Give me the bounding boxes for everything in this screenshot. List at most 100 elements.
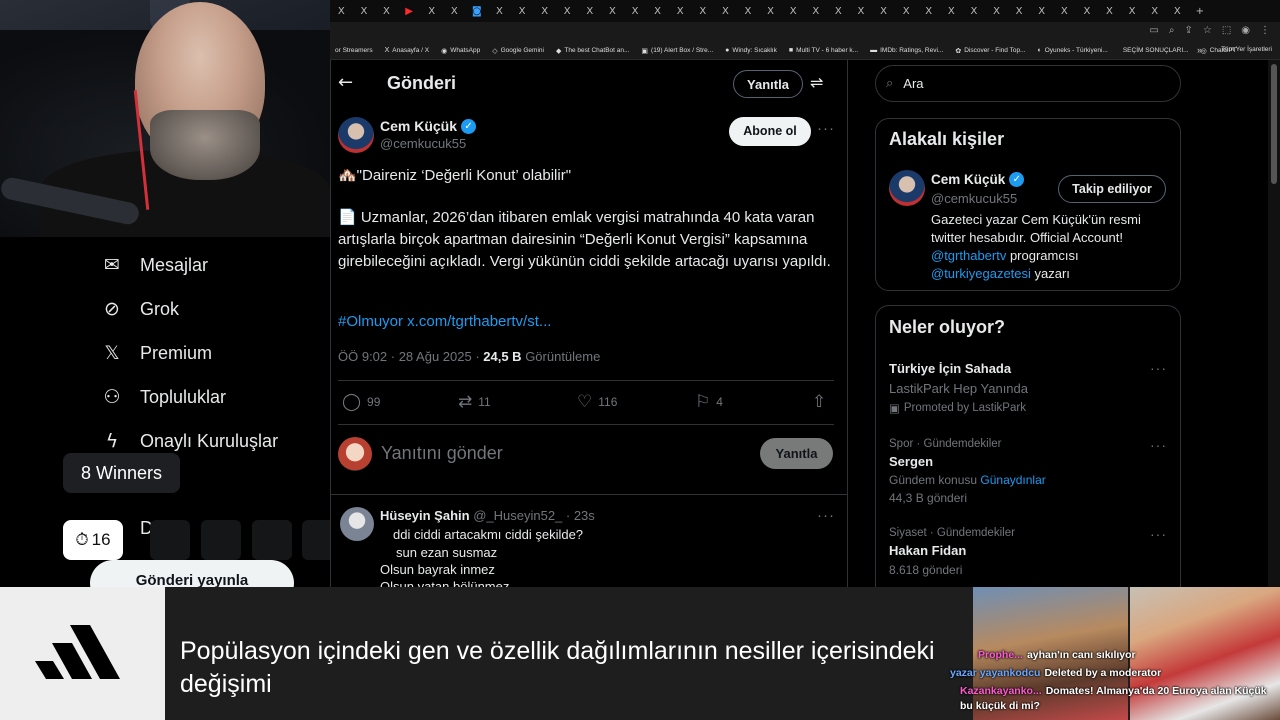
browser-tab[interactable]: + xyxy=(1189,0,1212,22)
like-stat[interactable]: ♡ 116 xyxy=(577,392,617,412)
all-bookmarks[interactable]: Tüm Yer İşaretleri xyxy=(1221,46,1272,53)
browser-tab[interactable]: X xyxy=(782,0,805,22)
extensions-icon[interactable]: ⬚ xyxy=(1222,25,1231,36)
my-avatar[interactable] xyxy=(338,437,372,471)
browser-tab[interactable]: X xyxy=(624,0,647,22)
nav-item-communities[interactable]: ⚇ Topluluklar xyxy=(100,385,226,409)
nav-item-grok[interactable]: ⊘ Grok xyxy=(100,297,179,321)
following-button[interactable]: Takip ediliyor xyxy=(1058,175,1166,203)
related-handle[interactable]: @cemkucuk55 xyxy=(931,191,1017,206)
browser-tab[interactable]: X xyxy=(759,0,782,22)
bio-mention[interactable]: @turkiyegazetesi xyxy=(931,266,1031,281)
bookmark-stat[interactable]: ⚐ 4 xyxy=(695,392,723,412)
browser-tab[interactable]: X xyxy=(556,0,579,22)
reply-stat[interactable]: ◯ 99 xyxy=(342,392,380,412)
reply-input[interactable]: Yanıtını gönder xyxy=(381,443,503,464)
browser-tab[interactable]: X xyxy=(895,0,918,22)
trend-more-icon[interactable]: ··· xyxy=(1150,360,1167,376)
browser-tab[interactable]: X xyxy=(1053,0,1076,22)
browser-tab[interactable]: X xyxy=(872,0,895,22)
browser-tab[interactable]: X xyxy=(488,0,511,22)
cast-icon[interactable]: ▭ xyxy=(1149,25,1158,36)
bio-mention[interactable]: @tgrthabertv xyxy=(931,248,1006,263)
browser-tab[interactable]: X xyxy=(1098,0,1121,22)
browser-tab[interactable]: X xyxy=(646,0,669,22)
nav-item-verified-orgs[interactable]: ϟ Onaylı Kuruluşlar xyxy=(100,429,278,453)
browser-tab[interactable]: X xyxy=(601,0,624,22)
bookmarks-overflow-icon[interactable]: » xyxy=(1197,45,1202,55)
bookmark-item[interactable]: or Streamers xyxy=(332,47,373,54)
bookmark-item[interactable]: ◉ WhatsApp xyxy=(441,47,480,55)
repost-stat[interactable]: ⇄ 11 xyxy=(458,392,491,412)
browser-tab[interactable]: X xyxy=(420,0,443,22)
trend-topic-link[interactable]: Günaydınlar xyxy=(980,473,1045,487)
browser-tab[interactable]: X xyxy=(1121,0,1144,22)
search-box[interactable]: ⌕ Ara xyxy=(875,65,1181,102)
tweet-timestamp[interactable]: ÖÖ 9:02 · 28 Ağu 2025 · xyxy=(338,349,483,364)
back-arrow-icon[interactable]: ← xyxy=(338,72,353,93)
browser-tab[interactable]: X xyxy=(669,0,692,22)
trend-more-icon[interactable]: ··· xyxy=(1150,526,1167,542)
browser-tab[interactable]: X xyxy=(511,0,534,22)
nav-item-messages[interactable]: ✉ Mesajlar xyxy=(100,253,208,277)
header-reply-button[interactable]: Yanıtla xyxy=(733,70,803,98)
browser-tab[interactable]: X xyxy=(579,0,602,22)
browser-tab[interactable]: X xyxy=(1076,0,1099,22)
reply-submit-button[interactable]: Yanıtla xyxy=(760,438,833,469)
share-stat[interactable]: ⇧ xyxy=(812,392,826,412)
browser-tab[interactable]: X xyxy=(714,0,737,22)
browser-tab[interactable]: X xyxy=(827,0,850,22)
browser-tab[interactable]: X xyxy=(940,0,963,22)
comment-more-icon[interactable]: ··· xyxy=(817,507,835,524)
more-options-icon[interactable]: ··· xyxy=(817,120,835,137)
bookmark-item[interactable]: ◆ The best ChatBot an... xyxy=(556,47,629,55)
share-icon[interactable]: ⇪ xyxy=(1184,25,1192,36)
browser-tab[interactable]: X xyxy=(443,0,466,22)
browser-tab[interactable]: X xyxy=(917,0,940,22)
author-avatar[interactable] xyxy=(338,117,374,153)
bookmark-item[interactable]: ▬ IMDb: Ratings, Revi... xyxy=(870,47,943,54)
browser-tab[interactable]: X xyxy=(330,0,353,22)
subscribe-button[interactable]: Abone ol xyxy=(729,117,811,146)
trend-title[interactable]: Sergen xyxy=(889,454,933,469)
browser-tab[interactable]: X xyxy=(1030,0,1053,22)
related-avatar[interactable] xyxy=(889,170,925,206)
browser-tab[interactable]: X xyxy=(963,0,986,22)
star-icon[interactable]: ☆ xyxy=(1203,25,1212,36)
trend-more-icon[interactable]: ··· xyxy=(1150,437,1167,453)
commenter-avatar[interactable] xyxy=(340,507,374,541)
browser-tab[interactable]: X xyxy=(1008,0,1031,22)
browser-tab[interactable]: X xyxy=(533,0,556,22)
trend-title[interactable]: Hakan Fidan xyxy=(889,543,966,558)
tweet-link[interactable]: #Olmuyor x.com/tgrthabertv/st... xyxy=(338,313,551,330)
browser-tab[interactable]: X xyxy=(985,0,1008,22)
related-name[interactable]: Cem Küçük ✓ xyxy=(931,172,1025,187)
author-name[interactable]: Cem Küçük ✓ xyxy=(380,118,477,134)
zoom-icon[interactable]: ⌕ xyxy=(1169,25,1175,36)
profile-icon[interactable]: ◉ xyxy=(1241,25,1250,36)
browser-tab[interactable]: ◙ xyxy=(466,0,489,22)
reply-settings-icon[interactable]: ⇌ xyxy=(810,73,823,92)
trend-title[interactable]: Türkiye İçin Sahada xyxy=(889,361,1011,376)
browser-tab[interactable]: X xyxy=(850,0,873,22)
bookmark-item[interactable]: ✿ Discover - Find Top... xyxy=(955,47,1025,55)
bookmark-item[interactable]: ◇ Google Gemini xyxy=(492,47,544,55)
nav-item-premium[interactable]: 𝕏 Premium xyxy=(100,341,212,365)
browser-tab[interactable]: X xyxy=(353,0,376,22)
bookmark-item[interactable]: SEÇİM SONUÇLARI... xyxy=(1120,47,1189,54)
bookmark-item[interactable]: ● Windy: Sıcaklık xyxy=(725,47,777,54)
bookmark-item[interactable]: ▣ (19) Alert Box / Stre... xyxy=(641,47,713,55)
scrollbar-thumb[interactable] xyxy=(1271,64,1277,184)
browser-tab[interactable]: X xyxy=(804,0,827,22)
menu-icon[interactable]: ⋮ xyxy=(1260,25,1270,36)
author-handle[interactable]: @cemkucuk55 xyxy=(380,136,466,151)
browser-tab[interactable]: X xyxy=(737,0,760,22)
browser-tab[interactable]: X xyxy=(692,0,715,22)
bookmark-item[interactable]: ■ Multi TV - 6 haber k... xyxy=(789,47,858,54)
browser-tab[interactable]: ▶ xyxy=(398,0,421,22)
bookmark-item[interactable]: ◐ Oyuneks - Türkiyeni... xyxy=(1037,47,1107,54)
browser-tab[interactable]: X xyxy=(1143,0,1166,22)
browser-tab[interactable]: X xyxy=(375,0,398,22)
bookmark-item[interactable]: X Anasayfa / X xyxy=(385,47,430,54)
commenter-name[interactable]: Hüseyin Şahin xyxy=(380,508,470,523)
